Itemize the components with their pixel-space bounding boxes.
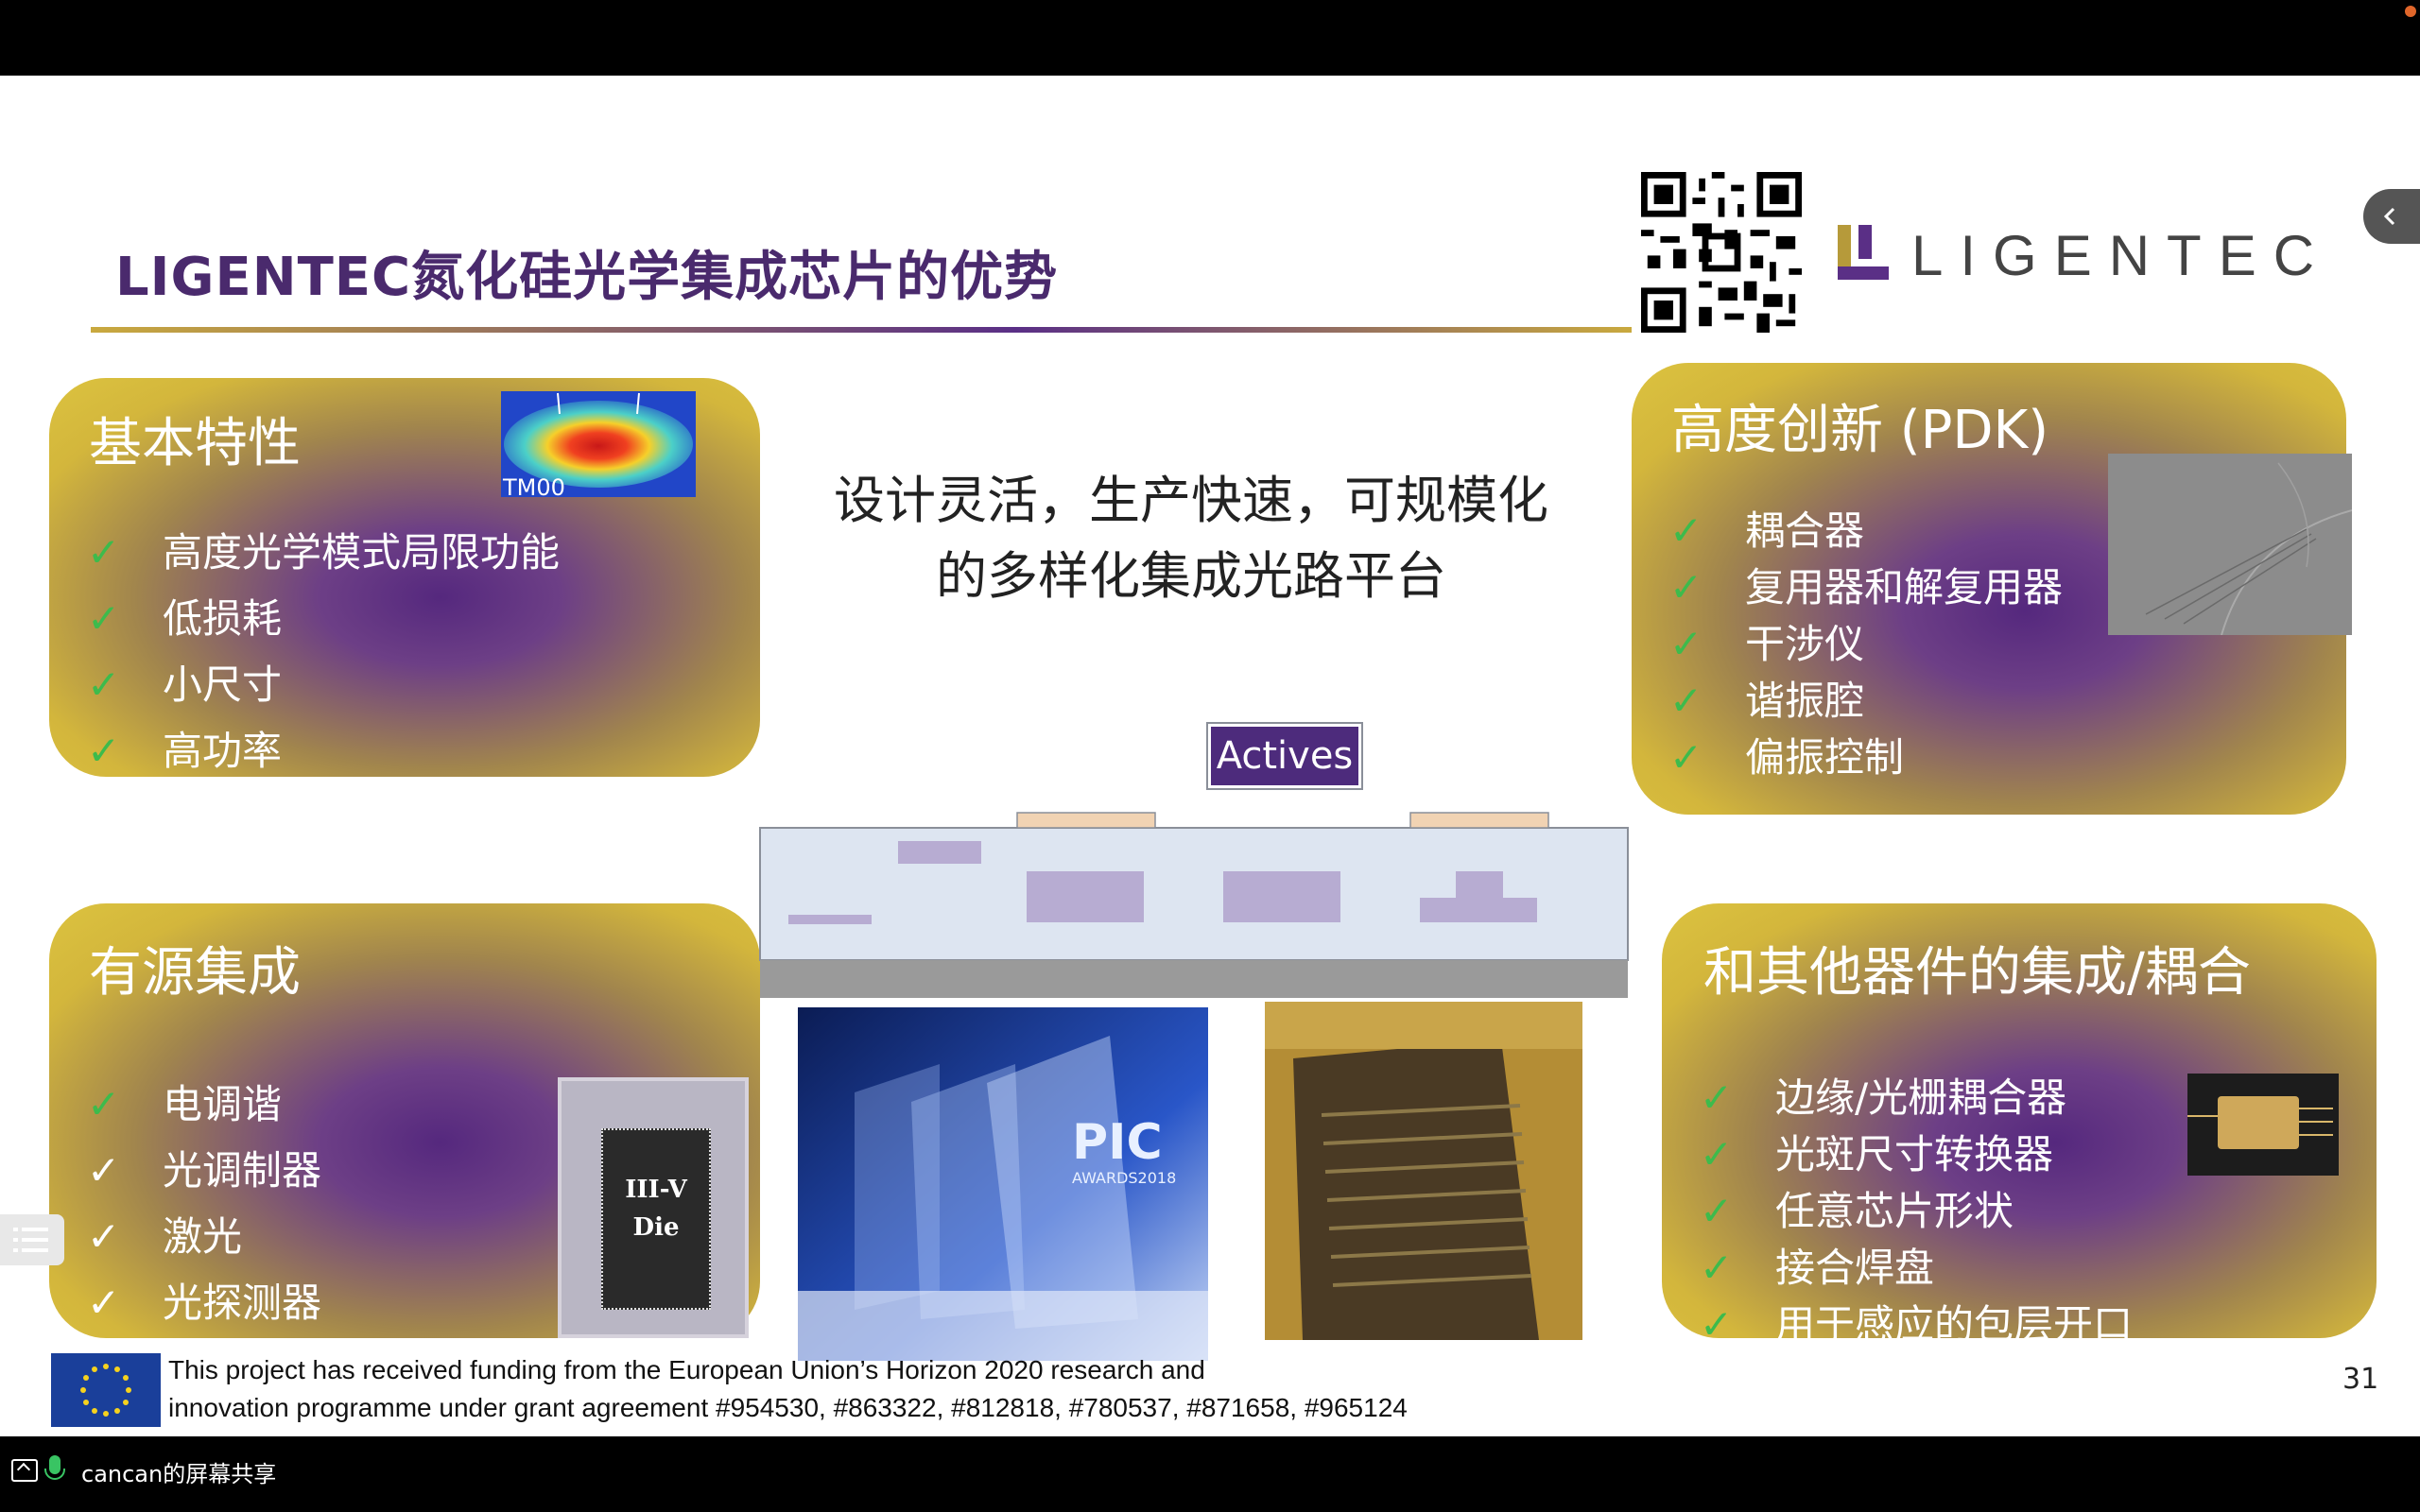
- panel-active-integration: 有源集成 III-V Die ✓ 电调谐 ✓ 光调制器 ✓ 激光 ✓ 光探测器: [49, 903, 760, 1338]
- panel-other-integration: 和其他器件的集成/耦合 ✓ 边缘/光栅耦合器 ✓ 光斑尺寸转换器 ✓ 任意芯片形状 ✓…: [1662, 903, 2377, 1348]
- award-year: AWARDS2018: [1072, 1169, 1176, 1187]
- list-icon: [13, 1228, 48, 1252]
- iii-v-die-image: III-V Die: [558, 1077, 749, 1338]
- list-item: ✓ 干涉仪: [1669, 616, 2063, 673]
- ligentec-logo-text: LIGENTEC: [1911, 224, 2332, 287]
- slide-page-number: 31: [2342, 1363, 2379, 1396]
- checkmark-icon: ✓: [1700, 1188, 1734, 1234]
- slide-title: LIGENTEC氮化硅光学集成芯片的优势: [115, 247, 1059, 308]
- list-item: ✓ 接合焊盘: [1700, 1240, 2133, 1297]
- list-item: ✓ 边缘/光栅耦合器: [1700, 1070, 2133, 1126]
- innovation-list: ✓ 耦合器 ✓ 复用器和解复用器 ✓ 干涉仪 ✓ 谐振腔 ✓ 偏振控制: [1669, 503, 2063, 786]
- ligentec-logo-icon: [1838, 225, 1889, 280]
- checkmark-icon: ✓: [1700, 1074, 1734, 1121]
- wafer-cassette-photo: [1265, 1002, 1582, 1340]
- list-item: ✓ 偏振控制: [1669, 730, 2063, 786]
- list-item: ✓ 高度光学模式局限功能: [87, 520, 560, 586]
- list-item: ✓ 光探测器: [87, 1270, 321, 1336]
- list-item: ✓ 高功率: [87, 718, 560, 784]
- actives-label: Actives: [1208, 724, 1361, 788]
- chip-cross-section-diagram: [759, 812, 1629, 998]
- title-underline: [91, 327, 1632, 333]
- top-bar: [0, 0, 2420, 76]
- tm00-label: TM00: [503, 474, 565, 501]
- checkmark-icon: ✓: [1669, 678, 1703, 724]
- list-item: ✓ 用于感应的包层开口: [1700, 1297, 2133, 1353]
- award-text: PIC: [1072, 1114, 1163, 1171]
- active-integration-list: ✓ 电调谐 ✓ 光调制器 ✓ 激光 ✓ 光探测器: [87, 1072, 321, 1336]
- qr-code-icon: [1641, 172, 1802, 333]
- list-item: ✓ 复用器和解复用器: [1669, 559, 2063, 616]
- eu-flag-icon: [51, 1353, 161, 1427]
- funding-notice: This project has received funding from t…: [168, 1355, 1408, 1422]
- checkmark-icon: ✓: [87, 728, 121, 774]
- checkmark-icon: ✓: [87, 1213, 121, 1260]
- recording-indicator-icon: [2405, 6, 2416, 17]
- panel-basic-properties: 基本特性 TM00 ✓ 高度光学模式局限功能 ✓ 低损耗 ✓ 小尺寸 ✓ 高功率: [49, 378, 760, 777]
- corner-white-box: [2297, 1400, 2420, 1436]
- list-item: ✓ 电调谐: [87, 1072, 321, 1138]
- chevron-left-icon: [2383, 207, 2395, 226]
- list-item: ✓ 低损耗: [87, 586, 560, 652]
- checkmark-icon: ✓: [1669, 507, 1703, 554]
- checkmark-icon: ✓: [87, 1280, 121, 1326]
- package-image: [2187, 1074, 2339, 1176]
- list-item: ✓ 光调制器: [87, 1138, 321, 1204]
- screen-share-label: cancan的屏幕共享: [81, 1461, 277, 1487]
- list-item: ✓ 任意芯片形状: [1700, 1183, 2133, 1240]
- other-integration-list: ✓ 边缘/光栅耦合器 ✓ 光斑尺寸转换器 ✓ 任意芯片形状 ✓ 接合焊盘 ✓ 用于感应的包…: [1700, 1070, 2133, 1353]
- checkmark-icon: ✓: [87, 662, 121, 708]
- checkmark-icon: ✓: [87, 1081, 121, 1127]
- panel-innovation-pdk: 高度创新 (PDK) ✓ 耦合器 ✓ 复用器和解复用器 ✓ 干涉仪 ✓ 谐振腔 ✓ 偏振控…: [1632, 363, 2352, 815]
- list-item: ✓ 小尺寸: [87, 652, 560, 718]
- checkmark-icon: ✓: [1669, 621, 1703, 667]
- list-item: ✓ 光斑尺寸转换器: [1700, 1126, 2133, 1183]
- checkmark-icon: ✓: [1700, 1301, 1734, 1348]
- panel-basic-title: 基本特性: [89, 413, 301, 474]
- center-headline: 设计灵活，生产快速，可规模化 的多样化集成光路平台: [834, 471, 1548, 606]
- pic-award-photo: PIC AWARDS2018: [798, 1007, 1208, 1361]
- slide-list-button[interactable]: [0, 1214, 64, 1265]
- screen-share-icon[interactable]: [11, 1459, 38, 1482]
- checkmark-icon: ✓: [1700, 1131, 1734, 1177]
- list-item: ✓ 谐振腔: [1669, 673, 2063, 730]
- list-item: ✓ 耦合器: [1669, 503, 2063, 559]
- checkmark-icon: ✓: [87, 529, 121, 576]
- screen-share-status-bar: cancan的屏幕共享: [0, 1436, 2420, 1512]
- checkmark-icon: ✓: [1669, 734, 1703, 781]
- checkmark-icon: ✓: [1700, 1245, 1734, 1291]
- checkmark-icon: ✓: [87, 1147, 121, 1194]
- panel-other-title: 和其他器件的集成/耦合: [1703, 942, 2251, 1004]
- microphone-icon[interactable]: [44, 1455, 65, 1480]
- basic-properties-list: ✓ 高度光学模式局限功能 ✓ 低损耗 ✓ 小尺寸 ✓ 高功率: [87, 520, 560, 784]
- checkmark-icon: ✓: [1669, 564, 1703, 610]
- checkmark-icon: ✓: [87, 595, 121, 642]
- presentation-slide: LIGENTEC氮化硅光学集成芯片的优势 LIGENTEC 基本特性 TM00 …: [0, 76, 2420, 1436]
- panel-active-title: 有源集成: [89, 942, 301, 1004]
- panel-innovation-title: 高度创新 (PDK): [1671, 400, 2049, 461]
- coupler-sem-image: [2108, 454, 2352, 635]
- collapse-sidebar-button[interactable]: [2363, 189, 2420, 244]
- list-item: ✓ 激光: [87, 1204, 321, 1270]
